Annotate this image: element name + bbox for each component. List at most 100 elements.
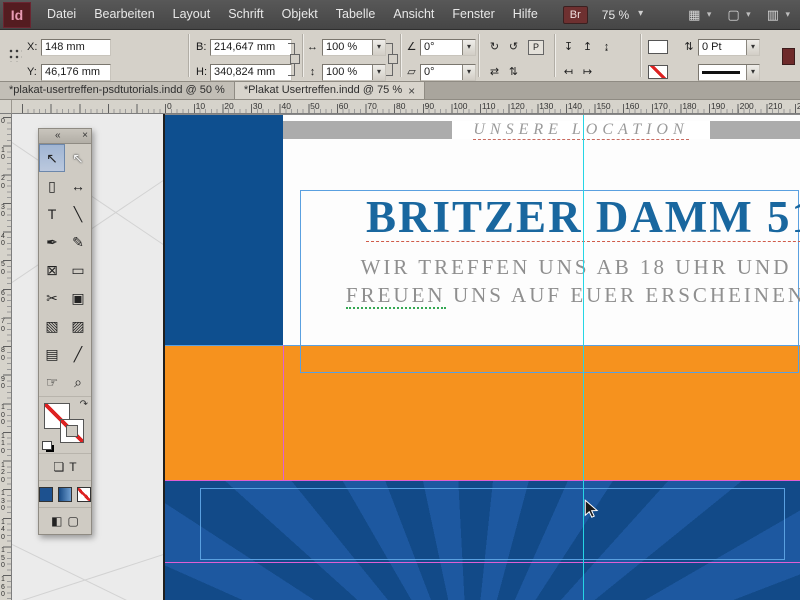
menu-item-tabelle[interactable]: Tabelle xyxy=(327,0,385,29)
menu-item-objekt[interactable]: Objekt xyxy=(273,0,327,29)
stroke-weight-spinner-icon[interactable]: ⇅ xyxy=(684,39,694,55)
line-tool[interactable]: ╲ xyxy=(65,200,91,228)
fill-stroke-swatches: ↷ xyxy=(39,396,91,453)
y-position-field[interactable]: 46,176 mm xyxy=(41,64,111,81)
flip-horizontal-button[interactable]: ⇄ xyxy=(486,64,503,80)
screen-mode-icon[interactable]: ▢ xyxy=(727,7,751,23)
document-tab-active[interactable]: *Plakat Usertreffen.indd @ 75 % × xyxy=(234,82,426,99)
rotate-90-ccw-button[interactable]: ↺ xyxy=(505,39,522,55)
nudge-updown-button[interactable]: ↨ xyxy=(598,39,615,55)
flip-vertical-button[interactable]: ⇅ xyxy=(505,64,522,80)
menu-item-fenster[interactable]: Fenster xyxy=(443,0,503,29)
page-tool[interactable]: ▯ xyxy=(39,172,65,200)
shear-angle-dropdown[interactable]: 0° xyxy=(420,64,476,81)
vertical-ruler[interactable]: 0 10 20 30 40 50 60 70 80 90 100 110 120 130 140 150 160 xyxy=(0,114,12,600)
vruler-label-120: 120 xyxy=(1,461,5,484)
pen-tool[interactable]: ✒ xyxy=(39,228,65,256)
tab-label: *Plakat Usertreffen.indd @ 75 % xyxy=(243,84,403,96)
close-panel-icon[interactable]: × xyxy=(82,129,88,142)
stroke-swatch[interactable] xyxy=(60,419,84,443)
apply-none-button[interactable] xyxy=(77,486,91,502)
vertical-magenta-guide[interactable] xyxy=(283,345,284,481)
scale-y-icon: ↕ xyxy=(309,66,316,78)
formatting-affects-container-button[interactable]: ❏ xyxy=(53,460,64,474)
vruler-label-20: 20 xyxy=(1,175,5,190)
frame-tool[interactable]: ⊠ xyxy=(39,256,65,284)
poster-kicker-chip[interactable]: UNSERE LOCATION xyxy=(452,121,710,140)
width-field[interactable]: 214,647 mm xyxy=(210,39,292,56)
apply-gradient-button[interactable] xyxy=(58,486,72,502)
reference-point-proxy[interactable] xyxy=(7,47,22,62)
hand-tool[interactable]: ☞ xyxy=(39,368,65,396)
selection-tool[interactable]: ↖ xyxy=(39,144,65,172)
type-tool[interactable]: T xyxy=(39,200,65,228)
menu-item-datei[interactable]: Datei xyxy=(38,0,85,29)
fill-color-swatch[interactable] xyxy=(648,40,668,54)
pencil-tool[interactable]: ✎ xyxy=(65,228,91,256)
nudge-up-button[interactable]: ↥ xyxy=(579,39,596,55)
document-tab-inactive[interactable]: *plakat-usertreffen-psdtutorials.indd @ … xyxy=(0,82,235,99)
hruler-label-50: 50 xyxy=(310,101,320,111)
default-fill-stroke-icon[interactable] xyxy=(42,441,52,450)
zoom-tool[interactable]: ⌕ xyxy=(65,368,91,396)
formatting-affects-text-button[interactable]: T xyxy=(69,460,76,474)
vruler-label-60: 60 xyxy=(1,289,5,305)
rotation-angle-dropdown[interactable]: 0° xyxy=(420,39,476,56)
stroke-color-swatch[interactable] xyxy=(648,65,668,79)
bottom-text-frame[interactable] xyxy=(200,488,785,560)
collapse-panel-icon[interactable]: « xyxy=(55,129,61,142)
hruler-label-90: 90 xyxy=(424,101,435,111)
scale-y-dropdown[interactable]: 100 % xyxy=(322,64,386,81)
horizontal-magenta-guide[interactable] xyxy=(165,480,800,481)
scale-x-dropdown[interactable]: 100 % xyxy=(322,39,386,56)
stroke-weight-dropdown[interactable]: 0 Pt xyxy=(698,39,760,56)
misspelled-word: FREUEN xyxy=(345,283,446,309)
swap-fill-stroke-icon[interactable]: ↷ xyxy=(80,399,88,410)
hruler-label-30: 30 xyxy=(252,101,263,111)
normal-view-mode-button[interactable]: ◧ xyxy=(51,514,62,528)
separator xyxy=(554,34,555,77)
bridge-button[interactable]: Br xyxy=(562,5,588,24)
vruler-label-140: 140 xyxy=(1,518,5,541)
note-tool[interactable]: ▤ xyxy=(39,340,65,368)
shear-angle-icon: ▱ xyxy=(407,66,416,78)
vertical-cyan-guide[interactable] xyxy=(583,115,584,600)
nudge-down-button[interactable]: ↧ xyxy=(560,39,577,55)
scissors-tool[interactable]: ✂ xyxy=(39,284,65,312)
ruler-origin-corner[interactable] xyxy=(0,100,12,114)
gradient-swatch-tool[interactable]: ▧ xyxy=(39,312,65,340)
horizontal-ruler[interactable]: 0 10 20 30 40 50 60 70 80 90 100 110 120 130 140 150 160… xyxy=(12,100,800,114)
tools-panel-header[interactable]: « × xyxy=(39,129,91,144)
rotate-90-cw-button[interactable]: ↻ xyxy=(486,39,503,55)
control-panel-flyout-icon[interactable] xyxy=(782,48,795,65)
x-position-field[interactable]: 148 mm xyxy=(41,39,111,56)
menu-item-ansicht[interactable]: Ansicht xyxy=(384,0,443,29)
menu-item-hilfe[interactable]: Hilfe xyxy=(504,0,547,29)
arrange-documents-icon[interactable]: ▦ xyxy=(688,7,712,23)
nudge-right-button[interactable]: ↦ xyxy=(579,64,596,80)
menu-item-bearbeiten[interactable]: Bearbeiten xyxy=(85,0,163,29)
apply-row xyxy=(39,480,91,507)
poster-subtext[interactable]: WIR TREFFEN UNS AB 18 UHR UND FREUEN UNS … xyxy=(296,253,800,309)
gradient-feather-tool[interactable]: ▨ xyxy=(65,312,91,340)
workspace-switcher-icon[interactable]: ▥ xyxy=(767,7,791,23)
nudge-left-button[interactable]: ↤ xyxy=(560,64,577,80)
constrain-attributes-button[interactable]: P xyxy=(528,40,544,55)
menu-item-layout[interactable]: Layout xyxy=(164,0,220,29)
horizontal-magenta-guide[interactable] xyxy=(165,562,800,563)
stroke-style-dropdown[interactable] xyxy=(698,64,760,81)
rectangle-tool[interactable]: ▭ xyxy=(65,256,91,284)
height-field[interactable]: 340,824 mm xyxy=(210,64,292,81)
poster-blue-column[interactable] xyxy=(165,115,283,345)
apply-color-button[interactable] xyxy=(39,486,53,502)
menu-item-schrift[interactable]: Schrift xyxy=(219,0,272,29)
eyedropper-tool[interactable]: ╱ xyxy=(65,340,91,368)
direct-selection-tool[interactable]: ↖ xyxy=(65,144,91,172)
vruler-label-70: 70 xyxy=(1,318,5,333)
preview-mode-button[interactable]: ▢ xyxy=(68,514,79,528)
free-transform-tool[interactable]: ▣ xyxy=(65,284,91,312)
indesign-logo: Id xyxy=(3,1,31,28)
close-tab-icon[interactable]: × xyxy=(408,85,415,97)
gap-tool[interactable]: ↔ xyxy=(65,172,91,200)
zoom-level-dropdown[interactable]: 75 % xyxy=(602,8,644,22)
